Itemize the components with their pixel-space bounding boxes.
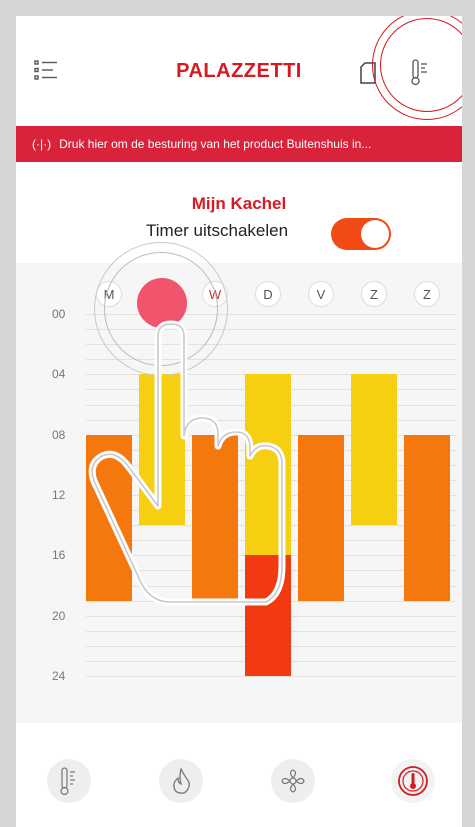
hour-label: 16 — [52, 548, 66, 563]
day-button-5[interactable]: Z — [361, 281, 387, 307]
bottom-navigation — [16, 751, 462, 821]
phone-screen: PALAZZETTI (·|·) Druk hier om de besturi… — [16, 16, 462, 827]
banner-text: Druk hier om de besturing van het produc… — [59, 137, 372, 151]
timer-toggle-label: Timer uitschakelen — [146, 221, 289, 240]
hour-label: 24 — [52, 669, 66, 683]
wireless-signal-icon: (·|·) — [32, 137, 52, 151]
fan-icon — [281, 769, 305, 793]
day-button-6[interactable]: Z — [414, 281, 440, 307]
schedule-block[interactable] — [351, 374, 397, 526]
timer-toggle[interactable] — [331, 218, 391, 250]
nav-fan[interactable] — [271, 759, 315, 803]
pointing-hand-icon — [88, 320, 286, 606]
hour-label: 12 — [52, 488, 66, 502]
grid-line — [86, 676, 456, 677]
schedule-block[interactable] — [404, 434, 450, 601]
hour-label: 04 — [52, 367, 66, 382]
timer-gauge-icon — [398, 766, 428, 796]
hour-label: 08 — [52, 427, 66, 442]
nav-flame[interactable] — [159, 759, 203, 803]
thermometer-icon — [60, 767, 75, 796]
nav-timer[interactable] — [391, 759, 435, 803]
flame-icon — [173, 767, 190, 794]
nav-thermometer[interactable] — [47, 759, 91, 803]
remote-control-banner[interactable]: (·|·) Druk hier om de besturing van het … — [16, 126, 462, 162]
day-button-3[interactable]: D — [255, 281, 281, 307]
toggle-knob — [361, 220, 389, 248]
hour-label: 20 — [52, 608, 66, 623]
day-button-4[interactable]: V — [308, 281, 334, 307]
page-title: Mijn Kachel — [191, 194, 287, 213]
hour-label: 00 — [52, 307, 66, 321]
